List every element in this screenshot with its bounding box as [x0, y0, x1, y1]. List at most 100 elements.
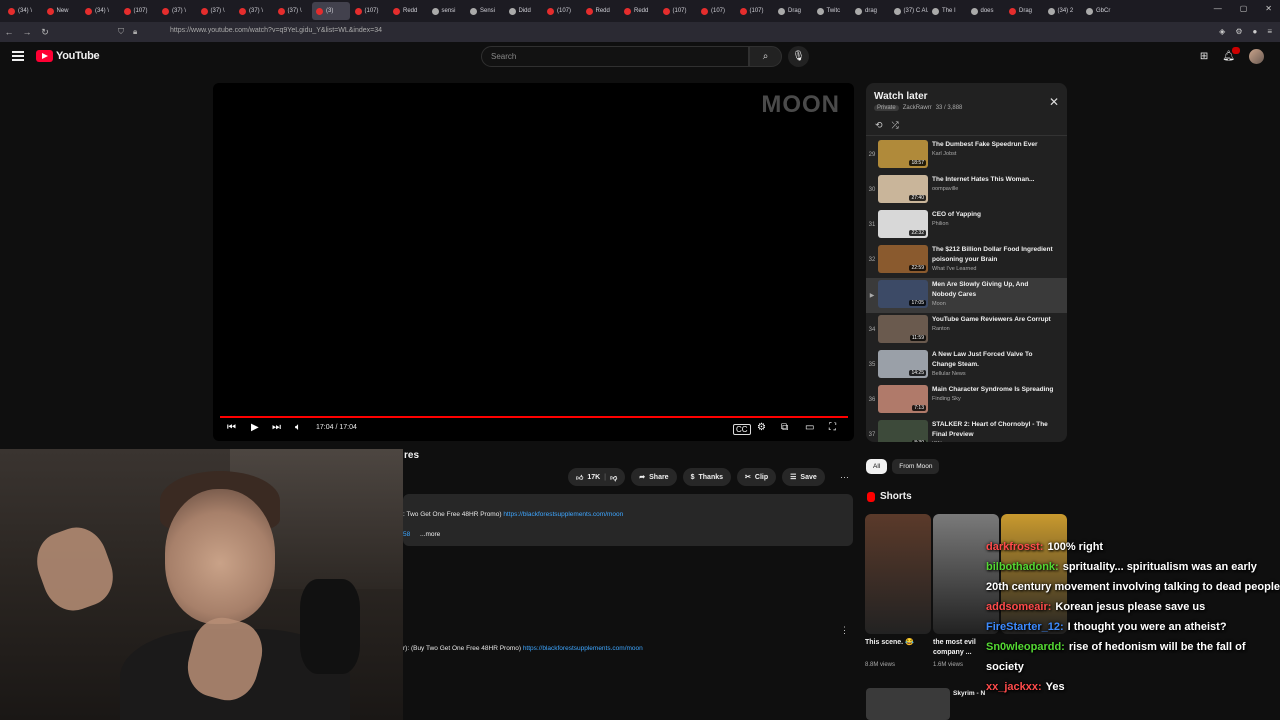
browser-tab[interactable]: (107) — [543, 2, 581, 20]
playlist-thumbnail[interactable]: 11:59 — [878, 315, 928, 343]
search-button[interactable]: ⌕ — [749, 46, 782, 67]
more-actions-icon[interactable]: ⋯ — [840, 472, 849, 483]
browser-tab[interactable]: (34) 2 — [1044, 2, 1082, 20]
next-icon[interactable]: ⏭ — [272, 422, 281, 433]
playlist-item[interactable]: 35 14:25 A New Law Just Forced Valve To Ch… — [866, 348, 1067, 383]
short-thumbnail[interactable] — [865, 514, 931, 634]
playlist-item-title[interactable]: Main Character Syndrome Is Spreading — [932, 385, 1054, 395]
playlist-item-title[interactable]: STALKER 2: Heart of Chornobyl - The Fina… — [932, 420, 1054, 440]
miniplayer-icon[interactable]: ⧉ — [781, 422, 788, 433]
reload-icon[interactable]: ↻ — [36, 27, 54, 38]
playlist-owner[interactable]: ZackRawrr — [903, 105, 932, 111]
browser-tab[interactable]: Drag — [1005, 2, 1043, 20]
browser-tab[interactable]: (37) \ — [158, 2, 196, 20]
browser-tab[interactable]: (107) — [697, 2, 735, 20]
forward-icon[interactable]: → — [18, 27, 36, 37]
extension-icon[interactable]: ⚙ — [1235, 27, 1242, 36]
close-window-icon[interactable]: ✕ — [1265, 4, 1272, 13]
playlist-item[interactable]: 31 22:32 CEO of Yapping Philion — [866, 208, 1067, 243]
shuffle-icon[interactable]: ⤮ — [892, 120, 899, 131]
playlist-item[interactable]: 34 11:59 YouTube Game Reviewers Are Corrup… — [866, 313, 1067, 348]
browser-tab[interactable]: Didd — [505, 2, 543, 20]
video-player[interactable]: MOON ⏮ ▶ ⏭ 🔈︎ 17:04 / 17:04 CC ⚙ ⧉ ▭ ⛶ — [213, 83, 854, 441]
chip-all[interactable]: All — [866, 459, 888, 474]
play-icon[interactable]: ▶ — [251, 422, 259, 433]
clip-button[interactable]: ✂ Clip — [737, 468, 777, 486]
browser-tab[interactable]: The I — [928, 2, 966, 20]
playlist-item-title[interactable]: The Dumbest Fake Speedrun Ever — [932, 140, 1054, 150]
shield-icon[interactable]: ⛉ — [118, 27, 124, 37]
browser-tab[interactable]: (107) — [659, 2, 697, 20]
browser-tab[interactable]: drag — [851, 2, 889, 20]
playlist-item-title[interactable]: The $212 Billion Dollar Food Ingredient … — [932, 245, 1054, 265]
profile-icon[interactable]: ● — [1252, 27, 1257, 36]
youtube-logo[interactable]: YouTube — [36, 50, 100, 62]
url-text[interactable]: https://www.youtube.com/watch?v=q9YeLgid… — [170, 27, 382, 34]
playlist-item-channel[interactable]: Bellular News — [932, 371, 1054, 377]
short-title[interactable]: the most evil company ... — [933, 638, 993, 658]
playlist-item-channel[interactable]: Ranton — [932, 326, 1054, 332]
volume-icon[interactable]: 🔈︎ — [295, 422, 301, 433]
captions-icon[interactable]: CC — [733, 424, 751, 435]
share-button[interactable]: ➦ Share — [631, 468, 677, 486]
browser-tab[interactable]: Sensi — [466, 2, 504, 20]
loop-icon[interactable]: ⟲ — [875, 120, 883, 131]
browser-tab[interactable]: Redd — [389, 2, 427, 20]
playlist-item-title[interactable]: The Internet Hates This Woman... — [932, 175, 1054, 185]
browser-tab[interactable]: Redd — [620, 2, 658, 20]
search-input[interactable]: Search — [481, 46, 749, 67]
browser-tab[interactable]: Redd — [582, 2, 620, 20]
browser-tab[interactable]: (107) — [120, 2, 158, 20]
browser-tab[interactable]: Drag — [774, 2, 812, 20]
browser-tab[interactable]: (37) \ — [235, 2, 273, 20]
browser-tab[interactable]: (37) C AUTOM — [890, 2, 928, 20]
short-title[interactable]: This scene. 😂 — [865, 638, 925, 648]
like-button[interactable]: 👍︎ 17K | 👎︎ — [568, 468, 626, 486]
playlist-item-channel[interactable]: Moon — [932, 301, 1054, 307]
playlist-item-title[interactable]: A New Law Just Forced Valve To Change St… — [932, 350, 1054, 370]
browser-tab[interactable]: (107) — [351, 2, 389, 20]
voice-search-icon[interactable]: 🎙︎ — [788, 46, 809, 67]
next-video-thumbnail[interactable] — [866, 688, 950, 720]
browser-tab[interactable]: (107) — [736, 2, 774, 20]
comment-link[interactable]: https://blackforestsupplements.com/moon — [523, 645, 643, 652]
playlist-item[interactable]: 32 22:59 The $212 Billion Dollar Food Ingr… — [866, 243, 1067, 278]
playlist-thumbnail[interactable]: 22:59 — [878, 245, 928, 273]
show-more-button[interactable]: ...more — [420, 531, 440, 538]
browser-tab[interactable]: does — [967, 2, 1005, 20]
playlist-thumbnail[interactable]: 17:05 — [878, 280, 928, 308]
thumbs-down-icon[interactable]: 👎︎ — [610, 473, 617, 482]
playlist-thumbnail[interactable]: 27:40 — [878, 175, 928, 203]
browser-tab[interactable]: New — [43, 2, 81, 20]
maximize-icon[interactable]: ▢ — [1240, 4, 1248, 13]
create-icon[interactable]: ⊞ — [1200, 51, 1208, 62]
playlist-thumbnail[interactable]: 18:57 — [878, 140, 928, 168]
hamburger-menu-icon[interactable] — [12, 51, 24, 61]
next-video-title[interactable]: Skyrim - N — [953, 690, 985, 697]
playlist-title[interactable]: Watch later — [874, 91, 928, 102]
browser-tab[interactable]: GbCr — [1082, 2, 1120, 20]
thanks-button[interactable]: $ Thanks — [682, 468, 732, 486]
theater-mode-icon[interactable]: ▭ — [805, 422, 814, 433]
browser-tab[interactable]: (37) \ — [197, 2, 235, 20]
playlist-thumbnail[interactable]: 14:25 — [878, 350, 928, 378]
browser-tab[interactable]: (34) \ — [81, 2, 119, 20]
minimize-icon[interactable]: — — [1214, 4, 1222, 13]
playlist-item-channel[interactable]: What I've Learned — [932, 266, 1054, 272]
settings-gear-icon[interactable]: ⚙ — [757, 422, 766, 433]
timestamp-link[interactable]: 58 — [403, 531, 410, 538]
playlist-item-channel[interactable]: Karl Jobst — [932, 151, 1054, 157]
browser-tab[interactable]: (37) \ — [274, 2, 312, 20]
comment-more-icon[interactable]: ⋮ — [840, 625, 849, 636]
menu-icon[interactable]: ≡ — [1267, 27, 1272, 36]
previous-icon[interactable]: ⏮ — [227, 422, 236, 433]
description-link[interactable]: https://blackforestsupplements.com/moon — [503, 511, 623, 518]
back-icon[interactable]: ← — [0, 27, 18, 37]
progress-bar[interactable] — [220, 416, 848, 418]
playlist-item-channel[interactable]: oompaville — [932, 186, 1054, 192]
save-button[interactable]: ☰ Save — [782, 468, 825, 486]
lock-icon[interactable]: 🔒︎ — [133, 27, 137, 37]
playlist-item[interactable]: ▶ 17:05 Men Are Slowly Giving Up, And Nobo… — [866, 278, 1067, 313]
playlist-item[interactable]: 30 27:40 The Internet Hates This Woman... o… — [866, 173, 1067, 208]
fullscreen-icon[interactable]: ⛶ — [829, 422, 836, 433]
